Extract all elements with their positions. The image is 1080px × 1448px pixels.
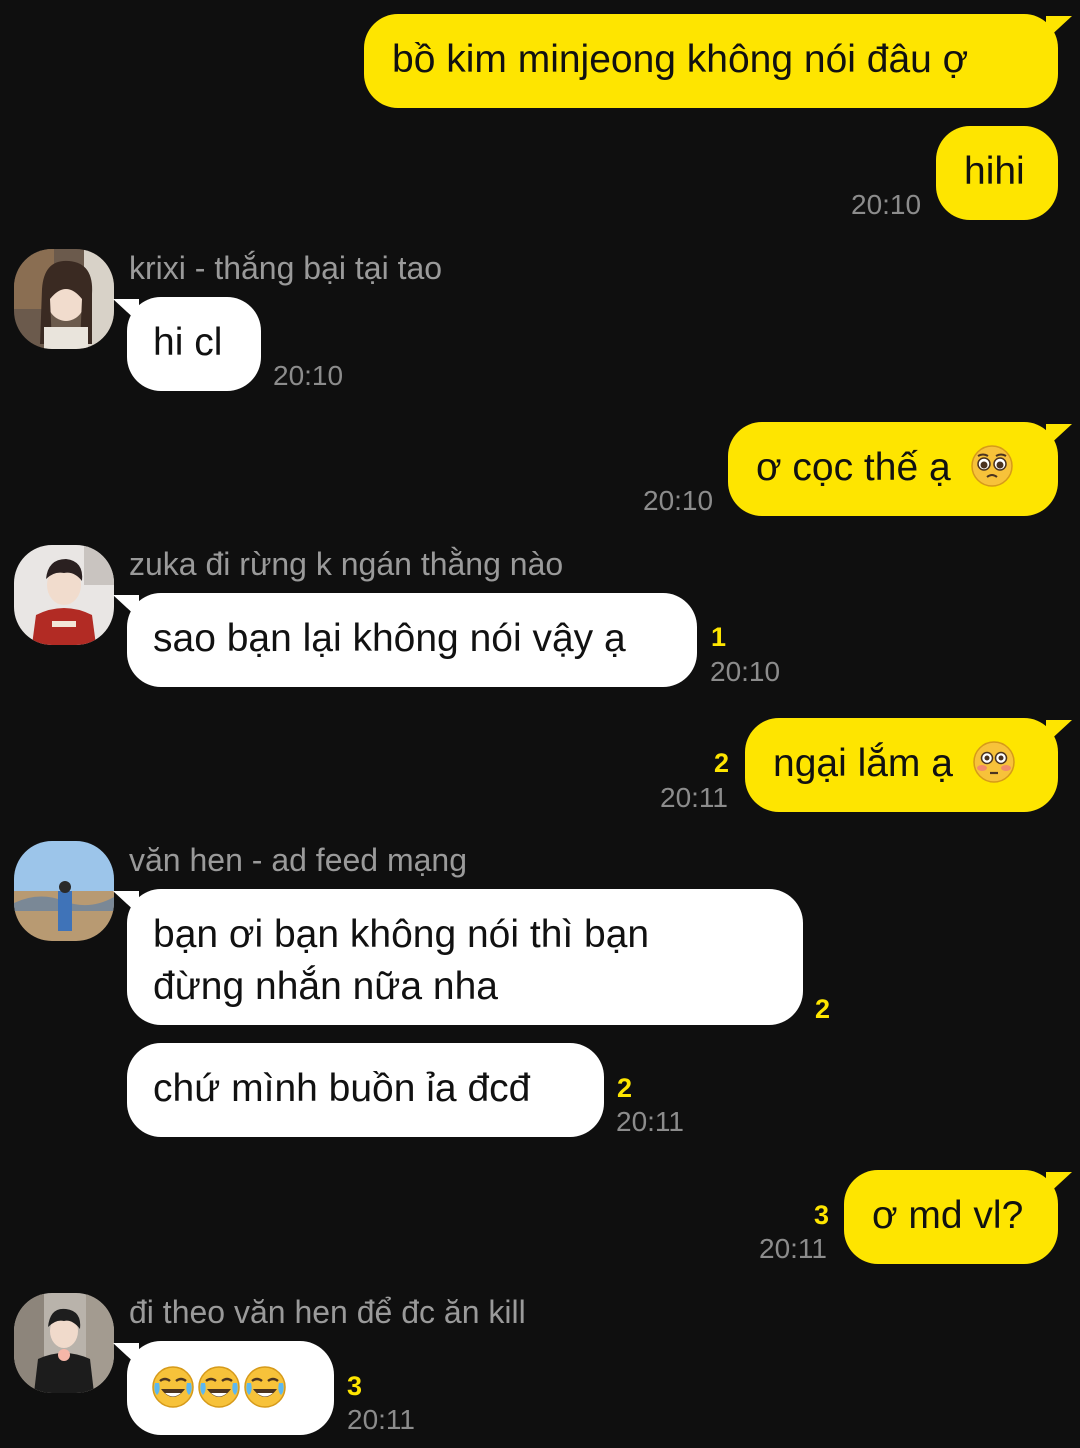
unread-count: 1: [711, 622, 727, 652]
message-time: 20:11: [660, 782, 728, 813]
chat-room: bồ kim minjeong không nói đâu ợ 20:10 hi…: [0, 0, 1080, 1448]
message-text: ơ cọc thế ạ: [756, 446, 951, 489]
my-message-bubble[interactable]: hihi: [936, 126, 1058, 220]
message-time: 20:11: [616, 1106, 684, 1137]
message-time: 20:10: [273, 360, 344, 391]
flushed-face-icon: [973, 741, 1015, 783]
their-message-bubble[interactable]: [113, 1341, 334, 1435]
message-time: 20:11: [347, 1404, 415, 1435]
message-text: bồ kim minjeong không nói đâu ợ: [392, 38, 969, 81]
their-message-bubble[interactable]: bạn ơi bạn không nói thì bạn đừng nhắn n…: [113, 889, 803, 1025]
avatar[interactable]: [14, 841, 114, 941]
sender-name: đi theo văn hen để đc ăn kill: [129, 1294, 526, 1330]
sender-name: krixi - thắng bại tại tao: [129, 250, 443, 286]
tears-of-joy-icon: [244, 1366, 286, 1408]
message-time: 20:10: [643, 485, 714, 516]
tears-of-joy-icon: [152, 1366, 194, 1408]
message-text: ơ md vl?: [872, 1194, 1024, 1237]
message-text-line: đừng nhắn nữa nha: [153, 965, 499, 1008]
message-time: 20:10: [851, 189, 922, 220]
sender-name: zuka đi rừng k ngán thằng nào: [129, 546, 564, 582]
unread-count: 2: [815, 994, 831, 1024]
my-message-bubble[interactable]: bồ kim minjeong không nói đâu ợ: [364, 14, 1072, 108]
their-message-bubble[interactable]: chứ mình buồn ỉa đcđ: [127, 1043, 604, 1137]
their-message-bubble[interactable]: sao bạn lại không nói vậy ạ: [113, 593, 697, 687]
message-text: sao bạn lại không nói vậy ạ: [153, 617, 626, 660]
message-text: ngại lắm ạ: [773, 742, 953, 785]
my-message-bubble[interactable]: ơ cọc thế ạ: [728, 422, 1072, 516]
avatar[interactable]: [14, 249, 114, 349]
unread-count: 2: [617, 1073, 633, 1103]
message-time: 20:10: [710, 656, 781, 687]
sender-name: văn hen - ad feed mạng: [129, 842, 468, 878]
pleading-face-icon: [970, 445, 1013, 487]
message-text: hi cl: [153, 321, 223, 364]
unread-count: 3: [814, 1200, 830, 1230]
message-time: 20:11: [759, 1233, 827, 1264]
message-text-line: bạn ơi bạn không nói thì bạn: [153, 913, 650, 956]
their-message-bubble[interactable]: hi cl: [113, 297, 261, 391]
tears-of-joy-icon: [198, 1366, 240, 1408]
avatar[interactable]: [14, 545, 114, 645]
message-text: hihi: [964, 150, 1025, 193]
avatar[interactable]: [14, 1293, 114, 1393]
unread-count: 2: [714, 748, 730, 778]
message-text: chứ mình buồn ỉa đcđ: [153, 1067, 531, 1110]
my-message-bubble[interactable]: ơ md vl?: [844, 1170, 1072, 1264]
unread-count: 3: [347, 1371, 363, 1401]
my-message-bubble[interactable]: ngại lắm ạ: [745, 718, 1072, 812]
